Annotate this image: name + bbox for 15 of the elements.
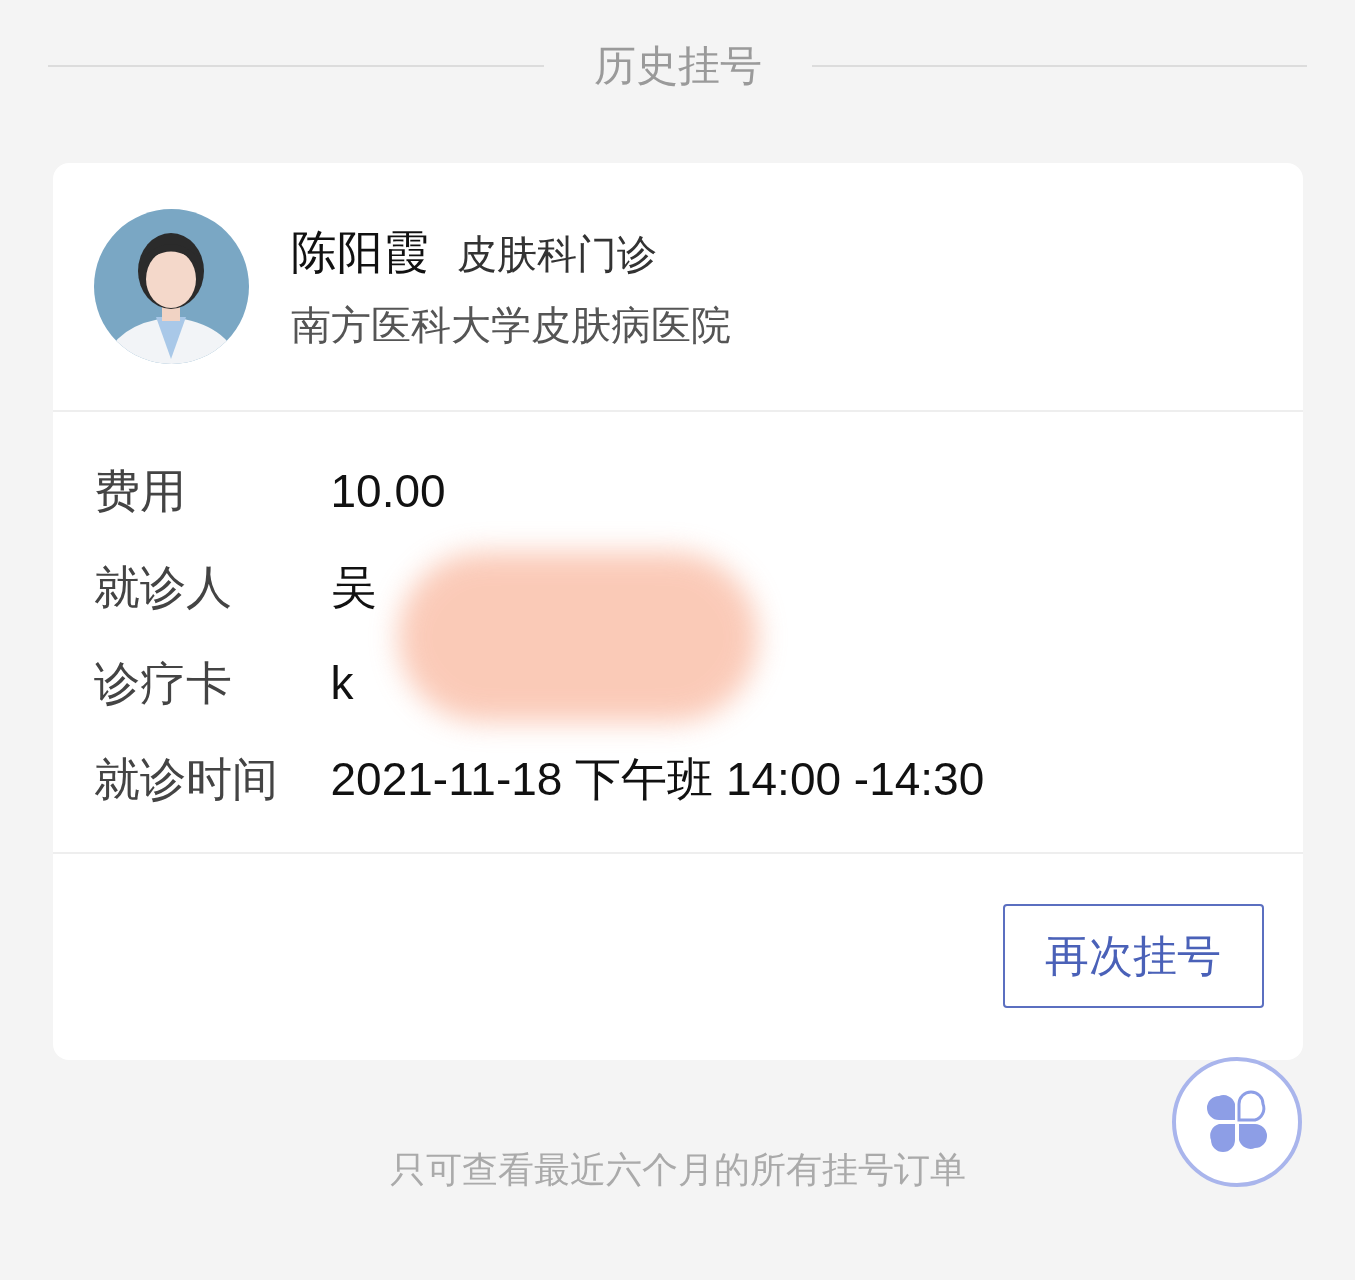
detail-value: k	[330, 660, 354, 706]
detail-value: 吴	[330, 564, 377, 610]
detail-value: 2021-11-18 下午班 14:00 -14:30	[330, 756, 985, 802]
detail-label: 就诊时间	[93, 756, 279, 802]
section-title: 历史挂号	[593, 45, 762, 87]
rebook-button[interactable]: 再次挂号	[1002, 904, 1264, 1008]
detail-value: 10.00	[330, 468, 446, 514]
department: 皮肤科门诊	[456, 233, 657, 274]
doctor-name: 陈阳霞	[290, 228, 429, 275]
clover-icon	[1205, 1090, 1269, 1154]
detail-label: 诊疗卡	[93, 660, 233, 706]
hospital-name: 南方医科大学皮肤病医院	[290, 304, 731, 345]
detail-label: 费用	[93, 468, 187, 514]
footer-note: 只可查看最近六个月的所有挂号订单	[389, 1152, 966, 1188]
detail-label: 就诊人	[93, 564, 233, 610]
